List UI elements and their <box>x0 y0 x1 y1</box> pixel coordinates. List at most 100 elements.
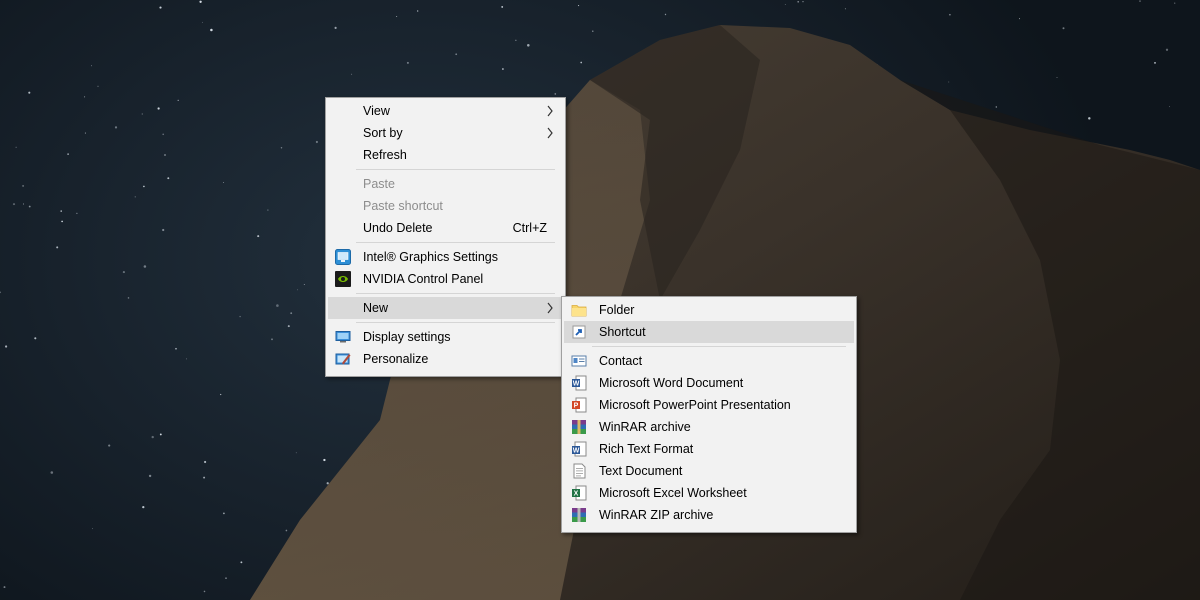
star <box>417 10 419 12</box>
menu-item-personalize[interactable]: Personalize <box>328 348 563 370</box>
menu-item-label: Intel® Graphics Settings <box>363 250 498 264</box>
menu-item-label: Microsoft Word Document <box>599 376 744 390</box>
menu-item-paste: Paste <box>328 173 563 195</box>
star <box>784 4 786 6</box>
star <box>204 460 207 464</box>
submenu-item-excel-worksheet[interactable]: X Microsoft Excel Worksheet <box>564 482 854 504</box>
submenu-item-powerpoint[interactable]: P Microsoft PowerPoint Presentation <box>564 394 854 416</box>
submenu-item-winrar-archive[interactable]: WinRAR archive <box>564 416 854 438</box>
text-document-icon <box>573 463 586 479</box>
star <box>141 113 143 115</box>
submenu-item-folder[interactable]: Folder <box>564 299 854 321</box>
star <box>455 53 458 56</box>
submenu-item-shortcut[interactable]: Shortcut <box>564 321 854 343</box>
star <box>844 8 846 10</box>
star <box>34 337 37 340</box>
star <box>210 28 213 32</box>
submenu-item-winrar-zip-archive[interactable]: WinRAR ZIP archive <box>564 504 854 526</box>
star <box>295 452 297 454</box>
star <box>515 39 517 41</box>
folder-icon <box>571 305 587 317</box>
star <box>203 590 206 593</box>
nvidia-icon <box>335 271 351 287</box>
star <box>143 265 147 268</box>
star <box>203 476 206 479</box>
menu-item-refresh[interactable]: Refresh <box>328 144 563 166</box>
menu-item-label: WinRAR archive <box>599 420 691 434</box>
svg-text:P: P <box>574 403 579 410</box>
display-icon <box>335 331 351 343</box>
star <box>151 435 154 439</box>
winrar-zip-icon <box>572 508 586 522</box>
star <box>148 474 152 478</box>
star <box>280 147 283 149</box>
star <box>114 126 118 129</box>
star <box>108 444 111 447</box>
menu-item-label: Refresh <box>363 148 407 162</box>
menu-item-label: Microsoft PowerPoint Presentation <box>599 398 791 412</box>
star <box>326 482 329 485</box>
intel-graphics-icon <box>335 249 351 265</box>
menu-item-label: Rich Text Format <box>599 442 694 456</box>
star <box>1088 117 1091 120</box>
star <box>1165 48 1169 51</box>
star <box>159 6 162 9</box>
star <box>56 246 59 249</box>
star <box>67 153 69 155</box>
submenu-item-text-document[interactable]: Text Document <box>564 460 854 482</box>
star <box>315 140 318 144</box>
menu-item-undo-delete[interactable]: Undo Delete Ctrl+Z <box>328 217 563 239</box>
star <box>501 68 504 70</box>
star <box>90 65 93 67</box>
star <box>177 99 179 102</box>
star <box>143 185 145 188</box>
menu-item-paste-shortcut: Paste shortcut <box>328 195 563 217</box>
menu-item-intel-graphics[interactable]: Intel® Graphics Settings <box>328 246 563 268</box>
svg-text:X: X <box>574 491 579 498</box>
menu-item-sort-by[interactable]: Sort by <box>328 122 563 144</box>
menu-separator <box>356 293 555 294</box>
star <box>220 393 222 396</box>
star <box>97 85 99 87</box>
star <box>50 471 54 474</box>
personalize-icon <box>335 353 351 365</box>
menu-item-label: View <box>363 104 390 118</box>
menu-item-view[interactable]: View <box>328 100 563 122</box>
star <box>664 13 667 16</box>
word-document-icon: W <box>572 375 587 391</box>
star <box>257 235 260 238</box>
star <box>223 181 225 183</box>
menu-item-label: Personalize <box>363 352 429 366</box>
star <box>15 146 17 148</box>
submenu-item-word-document[interactable]: W Microsoft Word Document <box>564 372 854 394</box>
menu-item-label: Undo Delete <box>363 221 433 235</box>
star <box>163 153 167 157</box>
star <box>159 433 162 436</box>
menu-item-display-settings[interactable]: Display settings <box>328 326 563 348</box>
star <box>554 93 557 95</box>
star <box>578 5 580 7</box>
chevron-right-icon <box>547 127 553 139</box>
submenu-item-rich-text[interactable]: W Rich Text Format <box>564 438 854 460</box>
star <box>276 304 279 307</box>
menu-item-new[interactable]: New <box>328 297 563 319</box>
powerpoint-icon: P <box>572 397 587 413</box>
star <box>948 81 950 83</box>
shortcut-icon <box>572 325 586 339</box>
star <box>127 297 130 299</box>
menu-item-label: Text Document <box>599 464 683 478</box>
menu-item-label: Display settings <box>363 330 451 344</box>
star <box>28 205 31 208</box>
menu-item-label: Contact <box>599 354 643 368</box>
submenu-item-contact[interactable]: Contact <box>564 350 854 372</box>
star <box>60 210 62 212</box>
star <box>92 528 94 530</box>
winrar-icon <box>572 420 586 434</box>
menu-item-nvidia-control-panel[interactable]: NVIDIA Control Panel <box>328 268 563 290</box>
menu-item-label: Microsoft Excel Worksheet <box>599 486 747 500</box>
star <box>22 184 25 187</box>
star <box>1062 27 1065 30</box>
svg-text:W: W <box>573 448 580 455</box>
star <box>297 289 299 291</box>
star <box>527 44 530 47</box>
